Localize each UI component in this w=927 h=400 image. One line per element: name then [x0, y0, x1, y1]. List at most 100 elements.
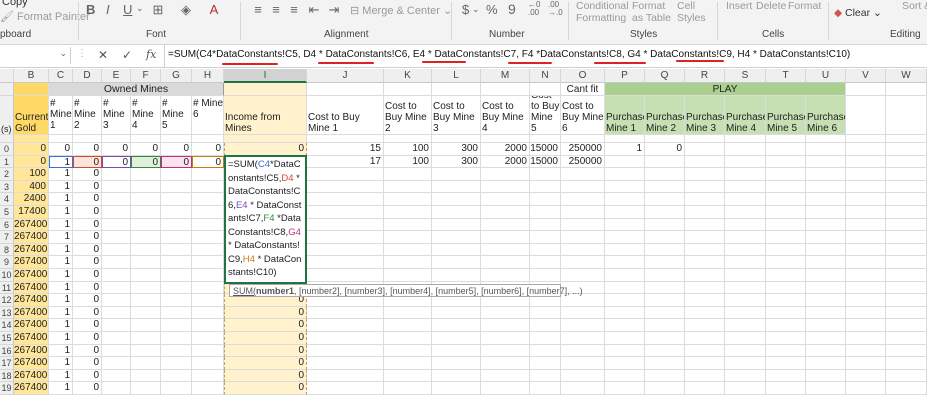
delete-button[interactable]: Delete	[756, 0, 786, 12]
table-cell[interactable]: 0	[14, 143, 49, 156]
column-header-s[interactable]: S	[725, 69, 766, 83]
table-cell[interactable]	[161, 281, 192, 295]
column-title-r[interactable]: Purchase Mine 3	[685, 96, 725, 135]
row-header[interactable]: 0	[0, 143, 14, 156]
row-header[interactable]: 12	[0, 294, 14, 307]
table-cell[interactable]	[432, 231, 481, 244]
table-cell[interactable]	[806, 382, 846, 395]
table-cell[interactable]	[131, 168, 161, 181]
column-title-p[interactable]: Purchase Mine 1	[605, 96, 645, 135]
row-header[interactable]: 5	[0, 206, 14, 219]
table-cell[interactable]	[725, 193, 766, 206]
column-header-p[interactable]: P	[605, 69, 645, 83]
table-cell[interactable]	[192, 281, 224, 295]
table-cell[interactable]	[131, 294, 161, 307]
table-cell[interactable]	[131, 243, 161, 257]
table-cell[interactable]	[530, 168, 561, 181]
table-cell[interactable]: 0	[131, 155, 161, 169]
table-cell[interactable]	[685, 206, 725, 219]
table-cell[interactable]	[307, 180, 384, 194]
table-cell[interactable]	[161, 256, 192, 269]
table-cell[interactable]	[645, 180, 685, 194]
table-cell[interactable]	[685, 281, 725, 295]
table-cell[interactable]	[605, 243, 645, 257]
table-cell[interactable]: 1	[49, 357, 73, 370]
table-cell[interactable]: 1	[49, 243, 73, 257]
table-cell[interactable]	[645, 344, 685, 358]
table-cell[interactable]	[886, 369, 927, 383]
table-cell[interactable]	[806, 155, 846, 169]
table-cell[interactable]: 300	[432, 143, 481, 156]
table-cell[interactable]	[766, 344, 806, 358]
column-title-e[interactable]: # Mine 3	[102, 96, 131, 135]
table-cell[interactable]: 1	[49, 180, 73, 194]
table-cell[interactable]	[384, 231, 432, 244]
table-cell[interactable]	[806, 143, 846, 156]
table-cell[interactable]: 267400	[14, 243, 49, 257]
table-cell[interactable]	[725, 231, 766, 244]
table-cell[interactable]	[766, 269, 806, 282]
header-cell[interactable]	[530, 83, 561, 96]
table-cell[interactable]	[530, 193, 561, 206]
table-cell[interactable]	[307, 369, 384, 383]
table-cell[interactable]	[685, 294, 725, 307]
column-header-g[interactable]: G	[161, 69, 192, 83]
table-cell[interactable]	[384, 382, 432, 395]
table-cell[interactable]	[131, 231, 161, 244]
row-header[interactable]: 7	[0, 231, 14, 244]
table-cell[interactable]: 0	[73, 143, 102, 156]
table-cell[interactable]	[561, 193, 605, 206]
table-cell[interactable]: 0	[161, 143, 192, 156]
table-cell[interactable]	[766, 243, 806, 257]
table-cell[interactable]: 267400	[14, 269, 49, 282]
table-cell[interactable]	[384, 206, 432, 219]
column-header-e[interactable]: E	[102, 69, 131, 83]
table-cell[interactable]	[131, 269, 161, 282]
table-cell[interactable]	[102, 332, 131, 345]
table-cell[interactable]	[725, 143, 766, 156]
table-cell[interactable]	[102, 218, 131, 232]
table-cell[interactable]	[685, 243, 725, 257]
table-cell[interactable]: 15000	[530, 143, 561, 156]
table-cell[interactable]	[192, 256, 224, 269]
table-cell[interactable]	[846, 294, 886, 307]
table-cell[interactable]: 0	[224, 143, 307, 156]
table-cell[interactable]	[432, 357, 481, 370]
table-cell[interactable]	[161, 306, 192, 320]
table-cell[interactable]: 0	[73, 168, 102, 181]
cell-editor[interactable]: =SUM(C4*DataConstants!C5,D4 * DataConsta…	[224, 155, 307, 284]
table-cell[interactable]	[605, 306, 645, 320]
table-cell[interactable]	[432, 344, 481, 358]
column-title-t[interactable]: Purchase Mine 5	[766, 96, 806, 135]
table-cell[interactable]	[645, 369, 685, 383]
spacer-cell[interactable]	[161, 135, 192, 143]
table-cell[interactable]: 0	[224, 332, 307, 345]
table-cell[interactable]	[605, 294, 645, 307]
table-cell[interactable]	[725, 281, 766, 295]
table-cell[interactable]	[766, 218, 806, 232]
table-cell[interactable]	[161, 357, 192, 370]
table-cell[interactable]	[432, 369, 481, 383]
table-cell[interactable]: 0	[73, 231, 102, 244]
name-box[interactable]: ⌄	[0, 47, 71, 64]
table-cell[interactable]	[192, 344, 224, 358]
header-cell[interactable]	[14, 83, 49, 96]
column-title-o[interactable]: Cost to Buy Mine 6	[561, 96, 605, 135]
conditional-formatting-button[interactable]: Conditional Formatting	[576, 0, 629, 24]
table-cell[interactable]	[102, 269, 131, 282]
table-cell[interactable]: 0	[224, 319, 307, 332]
row-header[interactable]: 6	[0, 218, 14, 232]
table-cell[interactable]	[685, 269, 725, 282]
column-title-h[interactable]: # Mine 6	[192, 96, 224, 135]
table-cell[interactable]	[766, 168, 806, 181]
table-cell[interactable]	[192, 332, 224, 345]
table-cell[interactable]	[685, 180, 725, 194]
table-cell[interactable]	[530, 218, 561, 232]
table-cell[interactable]	[481, 256, 530, 269]
table-cell[interactable]	[685, 332, 725, 345]
table-cell[interactable]	[432, 206, 481, 219]
table-cell[interactable]	[605, 256, 645, 269]
table-cell[interactable]	[725, 332, 766, 345]
table-cell[interactable]: 267400	[14, 369, 49, 383]
table-cell[interactable]	[725, 218, 766, 232]
